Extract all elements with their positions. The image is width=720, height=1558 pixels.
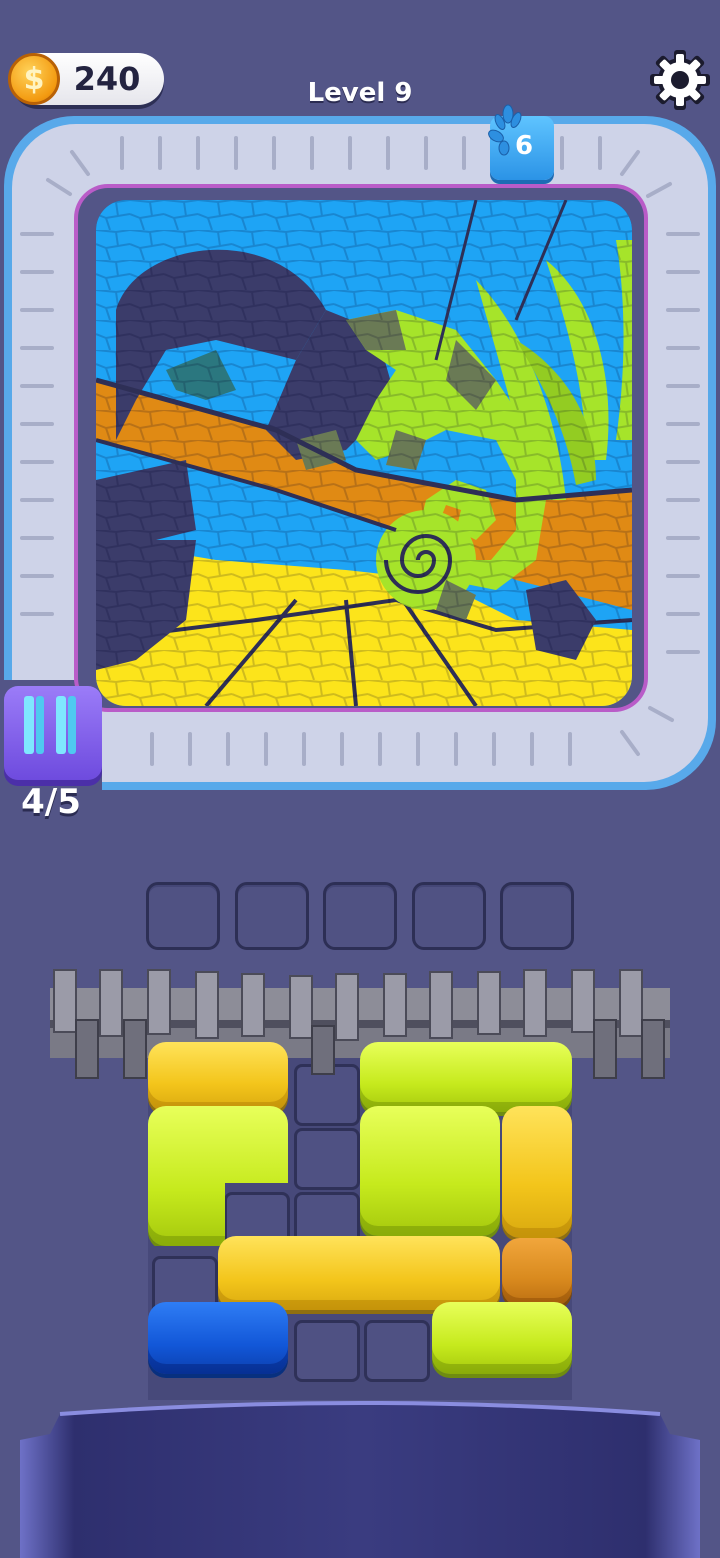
mosaic-picture [96, 200, 632, 706]
lime-block[interactable] [360, 1042, 572, 1112]
grid-cell [294, 1320, 360, 1382]
grid-cell [294, 1128, 360, 1190]
grid-cell [364, 1320, 430, 1382]
yellow-vertical-block[interactable] [502, 1106, 572, 1238]
slot-5[interactable] [500, 882, 574, 950]
collection-bin [20, 1400, 700, 1558]
remaining-count: 6 [514, 131, 534, 161]
slot-1[interactable] [146, 882, 220, 950]
blue-block[interactable] [148, 1302, 288, 1374]
lime-square-block[interactable] [360, 1106, 500, 1236]
lime-bottom-block[interactable] [432, 1302, 572, 1374]
slot-2[interactable] [235, 882, 309, 950]
slot-4[interactable] [412, 882, 486, 950]
gear-icon [650, 50, 710, 110]
coin-icon: $ [8, 53, 60, 105]
stripes-icon [24, 696, 76, 754]
yellow-long-block[interactable] [218, 1236, 500, 1310]
slot-3[interactable] [323, 882, 397, 950]
chameleon-mosaic [96, 200, 632, 706]
level-title: Level 9 [307, 78, 413, 108]
settings-button[interactable] [648, 48, 712, 112]
yellow-block[interactable] [148, 1042, 288, 1112]
coin-amount: 240 [73, 60, 141, 98]
launcher-progress: 4/5 [21, 782, 81, 822]
orange-block[interactable] [502, 1238, 572, 1306]
launcher-button[interactable] [4, 686, 102, 780]
